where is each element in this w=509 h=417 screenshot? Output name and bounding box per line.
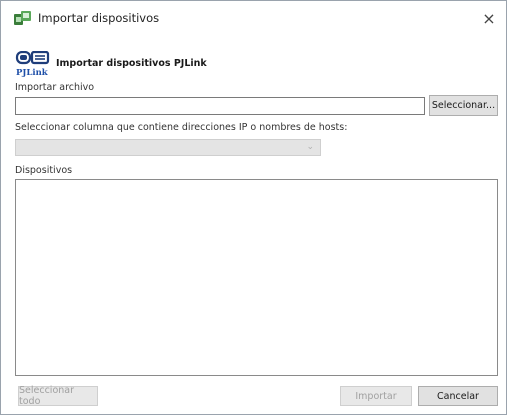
column-select[interactable]: ⌄: [15, 139, 321, 156]
pjlink-logo-icon: PJLink: [15, 51, 50, 77]
title-bar: Importar dispositivos ×: [1, 1, 506, 35]
dialog-heading: Importar dispositivos PJLink: [56, 58, 207, 69]
browse-button[interactable]: Seleccionar...: [429, 95, 498, 116]
app-icon: [14, 11, 31, 25]
import-file-label: Importar archivo: [15, 82, 95, 93]
devices-list[interactable]: [15, 179, 498, 376]
close-icon: ×: [482, 8, 496, 28]
cancel-button[interactable]: Cancelar: [418, 386, 498, 406]
import-button[interactable]: Importar: [340, 386, 412, 406]
chevron-down-icon: ⌄: [306, 142, 314, 152]
column-select-label: Seleccionar columna que contiene direcci…: [15, 122, 348, 133]
window-title: Importar dispositivos: [38, 11, 160, 25]
import-devices-dialog: Importar dispositivos × PJLink Importar …: [0, 0, 507, 415]
devices-label: Dispositivos: [15, 165, 73, 176]
import-file-input[interactable]: [15, 97, 425, 115]
logo-text: PJLink: [16, 68, 49, 77]
select-all-button[interactable]: Seleccionar todo: [18, 385, 98, 407]
close-button[interactable]: ×: [476, 5, 502, 31]
